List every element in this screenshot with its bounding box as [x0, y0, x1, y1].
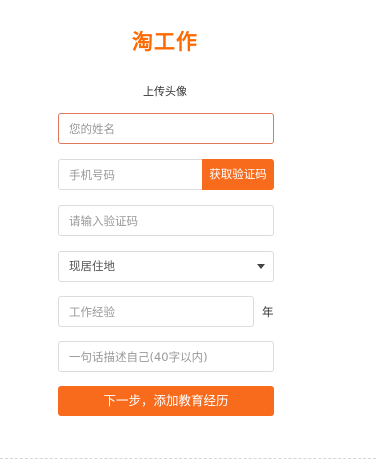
chevron-down-icon — [257, 264, 265, 269]
name-input[interactable] — [58, 113, 274, 144]
next-step-button[interactable]: 下一步，添加教育经历 — [58, 386, 274, 416]
residence-select[interactable]: 现居住地 — [58, 251, 274, 282]
work-experience-input[interactable] — [58, 296, 254, 327]
get-code-button[interactable]: 获取验证码 — [202, 159, 274, 190]
phone-input[interactable] — [58, 159, 203, 190]
logo: 淘工作 — [132, 30, 198, 54]
verification-code-input[interactable] — [58, 205, 274, 236]
footer-divider — [0, 458, 376, 459]
registration-page: 淘工作 上传头像 获取验证码 现居住地 年 下一步，添加教育经历 — [0, 0, 376, 468]
year-unit-label: 年 — [262, 305, 274, 319]
self-description-input[interactable] — [58, 341, 274, 372]
upload-avatar-link[interactable]: 上传头像 — [0, 83, 330, 99]
residence-select-value: 现居住地 — [69, 259, 115, 273]
